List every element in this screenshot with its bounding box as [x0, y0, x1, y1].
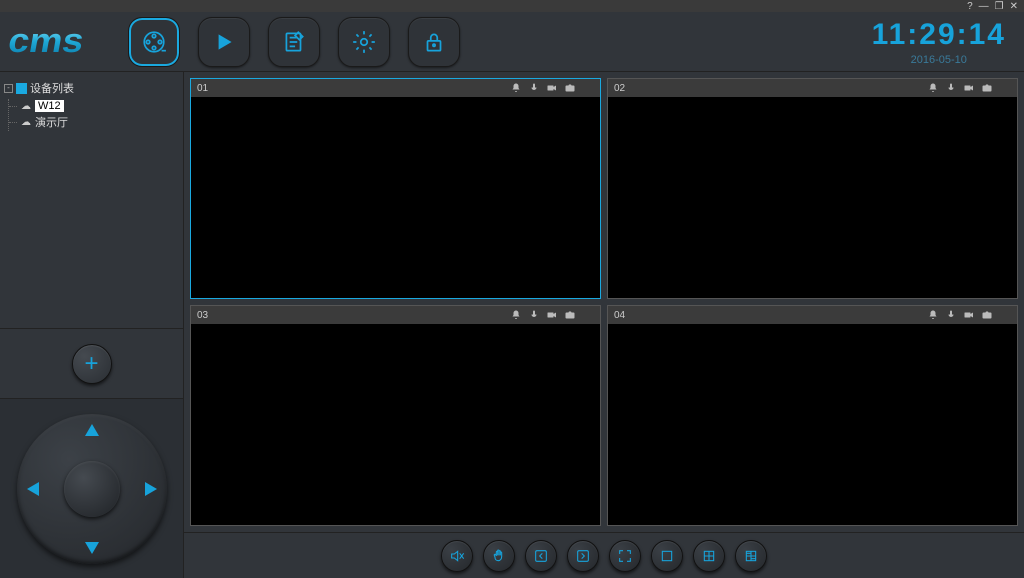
mic-icon[interactable] [528, 309, 540, 321]
maximize-button[interactable]: ❐ [995, 1, 1004, 12]
ptz-center-button[interactable] [64, 461, 120, 517]
layout-more-button[interactable] [735, 540, 767, 572]
fullscreen-icon [617, 548, 633, 564]
film-reel-icon [141, 29, 167, 55]
video-grid: 01 02 [184, 72, 1024, 532]
tree-item-demo[interactable]: ☁ 演示厅 [15, 113, 179, 131]
tree-item-w12[interactable]: ☁ W12 [15, 99, 179, 113]
cell-number: 01 [197, 83, 208, 94]
record-icon[interactable] [546, 82, 558, 94]
cell-number: 02 [614, 83, 625, 94]
cell-tools [510, 309, 594, 321]
snapshot-icon[interactable] [564, 82, 576, 94]
plus-icon: + [84, 350, 98, 378]
ptz-up-button[interactable] [85, 424, 99, 436]
live-view-button[interactable] [128, 17, 180, 67]
minimize-button[interactable]: — [979, 1, 989, 12]
record-icon[interactable] [963, 82, 975, 94]
clock-date: 2016-05-10 [872, 54, 1006, 66]
close-button[interactable]: ✕ [1010, 1, 1018, 12]
page-next-icon [575, 548, 591, 564]
cell-header: 03 [191, 306, 600, 324]
cell-tools [510, 82, 594, 94]
add-device-button[interactable]: + [72, 344, 112, 384]
clock: 11:29:14 2016-05-10 [872, 18, 1006, 66]
close-icon[interactable] [582, 82, 594, 94]
bell-icon[interactable] [510, 82, 522, 94]
sidebar: - 设备列表 ☁ W12 ☁ 演示厅 + [0, 72, 184, 578]
ptz-down-button[interactable] [85, 542, 99, 554]
layout-1-button[interactable] [651, 540, 683, 572]
app-logo: cms [5, 22, 87, 61]
close-icon[interactable] [999, 309, 1011, 321]
layout-quad-icon [701, 548, 717, 564]
bell-icon[interactable] [510, 309, 522, 321]
snapshot-icon[interactable] [981, 309, 993, 321]
lock-button[interactable] [408, 17, 460, 67]
cell-number: 03 [197, 310, 208, 321]
log-button[interactable] [268, 17, 320, 67]
gear-icon [351, 29, 377, 55]
layout-single-icon [659, 548, 675, 564]
device-icon: ☁ [21, 117, 31, 128]
video-cell-01[interactable]: 01 [190, 78, 601, 299]
cell-header: 01 [191, 79, 600, 97]
top-toolbar: cms 11:29:14 2016-05-10 [0, 12, 1024, 72]
folder-icon [16, 83, 27, 94]
mic-icon[interactable] [945, 309, 957, 321]
bell-icon[interactable] [927, 309, 939, 321]
mute-button[interactable] [441, 540, 473, 572]
snapshot-icon[interactable] [981, 82, 993, 94]
tree-item-label: 演示厅 [35, 114, 68, 130]
title-bar: ? — ❐ ✕ [0, 0, 1024, 12]
close-icon[interactable] [582, 309, 594, 321]
page-prev-icon [533, 548, 549, 564]
hand-icon [491, 548, 507, 564]
bottom-toolbar [184, 532, 1024, 578]
mic-icon[interactable] [945, 82, 957, 94]
prev-page-button[interactable] [525, 540, 557, 572]
record-icon[interactable] [546, 309, 558, 321]
tree-root-label: 设备列表 [30, 80, 74, 96]
playback-button[interactable] [198, 17, 250, 67]
video-cell-03[interactable]: 03 [190, 305, 601, 526]
ptz-left-button[interactable] [27, 482, 39, 496]
device-tree: - 设备列表 ☁ W12 ☁ 演示厅 [0, 72, 184, 328]
video-cell-04[interactable]: 04 [607, 305, 1018, 526]
clock-time: 11:29:14 [872, 18, 1006, 52]
cell-number: 04 [614, 310, 625, 321]
tree-collapse-icon[interactable]: - [4, 84, 13, 93]
cell-tools [927, 309, 1011, 321]
record-icon[interactable] [963, 309, 975, 321]
tree-item-label: W12 [35, 100, 64, 112]
cell-tools [927, 82, 1011, 94]
ptz-panel [0, 398, 184, 578]
tree-root[interactable]: - 设备列表 [4, 80, 179, 96]
settings-button[interactable] [338, 17, 390, 67]
speaker-mute-icon [449, 548, 465, 564]
fullscreen-button[interactable] [609, 540, 641, 572]
ptz-right-button[interactable] [145, 482, 157, 496]
talk-button[interactable] [483, 540, 515, 572]
lock-icon [421, 29, 447, 55]
cell-header: 02 [608, 79, 1017, 97]
snapshot-icon[interactable] [564, 309, 576, 321]
play-icon [211, 29, 237, 55]
close-icon[interactable] [999, 82, 1011, 94]
notepad-edit-icon [281, 29, 307, 55]
video-cell-02[interactable]: 02 [607, 78, 1018, 299]
mic-icon[interactable] [528, 82, 540, 94]
cell-header: 04 [608, 306, 1017, 324]
layout-many-icon [743, 548, 759, 564]
device-icon: ☁ [21, 101, 31, 112]
layout-4-button[interactable] [693, 540, 725, 572]
next-page-button[interactable] [567, 540, 599, 572]
help-button[interactable]: ? [967, 1, 973, 12]
bell-icon[interactable] [927, 82, 939, 94]
